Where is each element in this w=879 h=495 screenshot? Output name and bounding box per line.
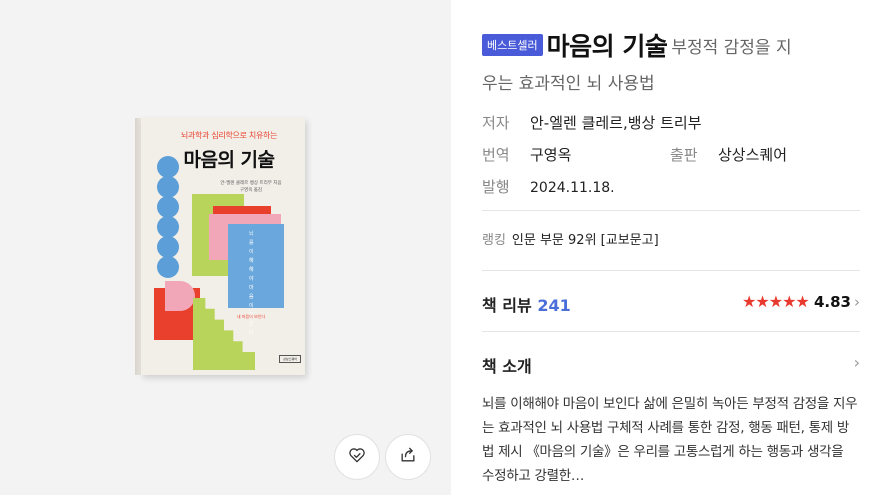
- title-line: 베스트셀러 마음의 기술 부정적 감정을 지: [482, 27, 872, 63]
- publisher-label: 출판: [670, 146, 698, 164]
- heart-check-icon: [347, 445, 367, 469]
- translator-row: 번역 구영옥 출판 상상스퀘어: [482, 144, 860, 165]
- book-subtitle-part2: 우는 효과적인 뇌 사용법: [482, 74, 655, 94]
- book-detail-page: 뇌과학과 심리학으로 치유하는 마음의 기술 안-엘렌 클레르 뱅상 트리부 지…: [0, 0, 879, 495]
- cover-area: 뇌과학과 심리학으로 치유하는 마음의 기술 안-엘렌 클레르 뱅상 트리부 지…: [0, 0, 451, 495]
- review-row[interactable]: 책 리뷰 241 ★★★★★ 4.83 ›: [482, 292, 860, 316]
- date-value: 2024.11.18.: [530, 180, 615, 196]
- divider: [482, 270, 860, 271]
- divider: [482, 210, 860, 211]
- cover-circle: [157, 196, 179, 218]
- cover-authors: 안-엘렌 클레르 뱅상 트리부 지음 구영옥 옮김: [201, 180, 301, 194]
- author-label: 저자: [482, 114, 510, 132]
- ranking-label: 랭킹: [482, 233, 506, 248]
- ranking-value: 인문 부문 92위 [교보문고]: [511, 233, 659, 248]
- cover-subtitle: 뇌과학과 심리학으로 치유하는: [180, 131, 278, 140]
- book-subtitle-part1: 부정적 감정을 지: [671, 37, 792, 58]
- book-title: 마음의 기술: [546, 32, 668, 61]
- cover-circle: [157, 216, 179, 238]
- cover-circle: [157, 176, 179, 198]
- intro-header[interactable]: 책 소개 ›: [482, 353, 860, 377]
- cover-tagline: 내 마음이 보인다: [236, 314, 266, 319]
- bestseller-badge: 베스트셀러: [482, 34, 543, 56]
- cover-vertical-text: 뇌를 이해해야 마음이 보인다: [249, 231, 254, 336]
- intro-label: 책 소개: [482, 357, 532, 376]
- divider: [482, 331, 860, 332]
- cover-title: 마음의 기술: [183, 149, 275, 171]
- rating-summary: ★★★★★ 4.83 ›: [742, 292, 860, 311]
- author-row: 저자 안-엘렌 클레르,뱅상 트리부: [482, 112, 702, 133]
- author-value[interactable]: 안-엘렌 클레르,뱅상 트리부: [530, 114, 702, 132]
- chevron-right-icon: ›: [854, 293, 860, 311]
- rating-stars: ★★★★★: [742, 292, 810, 311]
- chevron-right-icon: ›: [853, 353, 860, 372]
- translator-value[interactable]: 구영옥: [530, 146, 571, 164]
- cover-translator-line: 구영옥 옮김: [239, 188, 263, 193]
- cover-publisher-mark: 상상스퀘어: [279, 355, 301, 363]
- book-cover-front: 뇌과학과 심리학으로 치유하는 마음의 기술 안-엘렌 클레르 뱅상 트리부 지…: [141, 118, 305, 375]
- date-row: 발행 2024.11.18.: [482, 176, 615, 197]
- cover-circle: [157, 256, 179, 278]
- review-count: 241: [537, 296, 571, 315]
- cover-pink-square: [165, 281, 195, 311]
- date-label: 발행: [482, 178, 510, 196]
- ranking-row[interactable]: 랭킹 인문 부문 92위 [교보문고]: [482, 229, 659, 248]
- publisher-group: 출판 상상스퀘어: [670, 144, 787, 165]
- book-cover[interactable]: 뇌과학과 심리학으로 치유하는 마음의 기술 안-엘렌 클레르 뱅상 트리부 지…: [135, 118, 305, 375]
- translator-label: 번역: [482, 146, 510, 164]
- rating-score: 4.83: [813, 293, 851, 311]
- cover-green-stairs: [193, 298, 255, 370]
- intro-text: 뇌를 이해해야 마음이 보인다 삶에 은밀히 녹아든 부정적 감정을 지우는 효…: [482, 396, 858, 484]
- like-button[interactable]: [334, 434, 380, 480]
- cover-authors-line: 안-엘렌 클레르 뱅상 트리부 지음: [220, 181, 282, 186]
- cover-circle: [157, 236, 179, 258]
- publisher-value[interactable]: 상상스퀘어: [718, 146, 787, 164]
- share-icon: [398, 445, 418, 469]
- share-button[interactable]: [385, 434, 431, 480]
- review-label: 책 리뷰: [482, 296, 532, 315]
